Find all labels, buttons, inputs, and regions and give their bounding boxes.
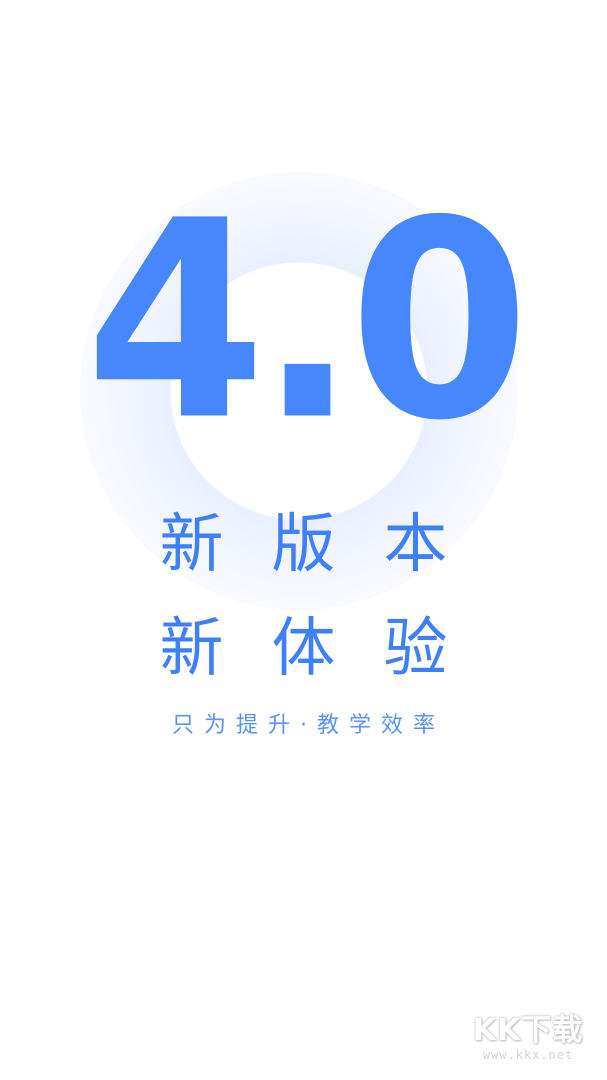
watermark-url: www.kkx.net [482,1048,574,1062]
slogan-text: 只为提升·教学效率 [172,713,445,738]
version-number: 4.0 [85,163,530,481]
headline-new-experience: 新体验 [159,612,496,686]
watermark-logo: KK下载 www.kkx.net [463,1013,593,1063]
watermark-logo-text: KK下载 [472,1013,584,1048]
headline-new-version: 新版本 [159,508,496,582]
